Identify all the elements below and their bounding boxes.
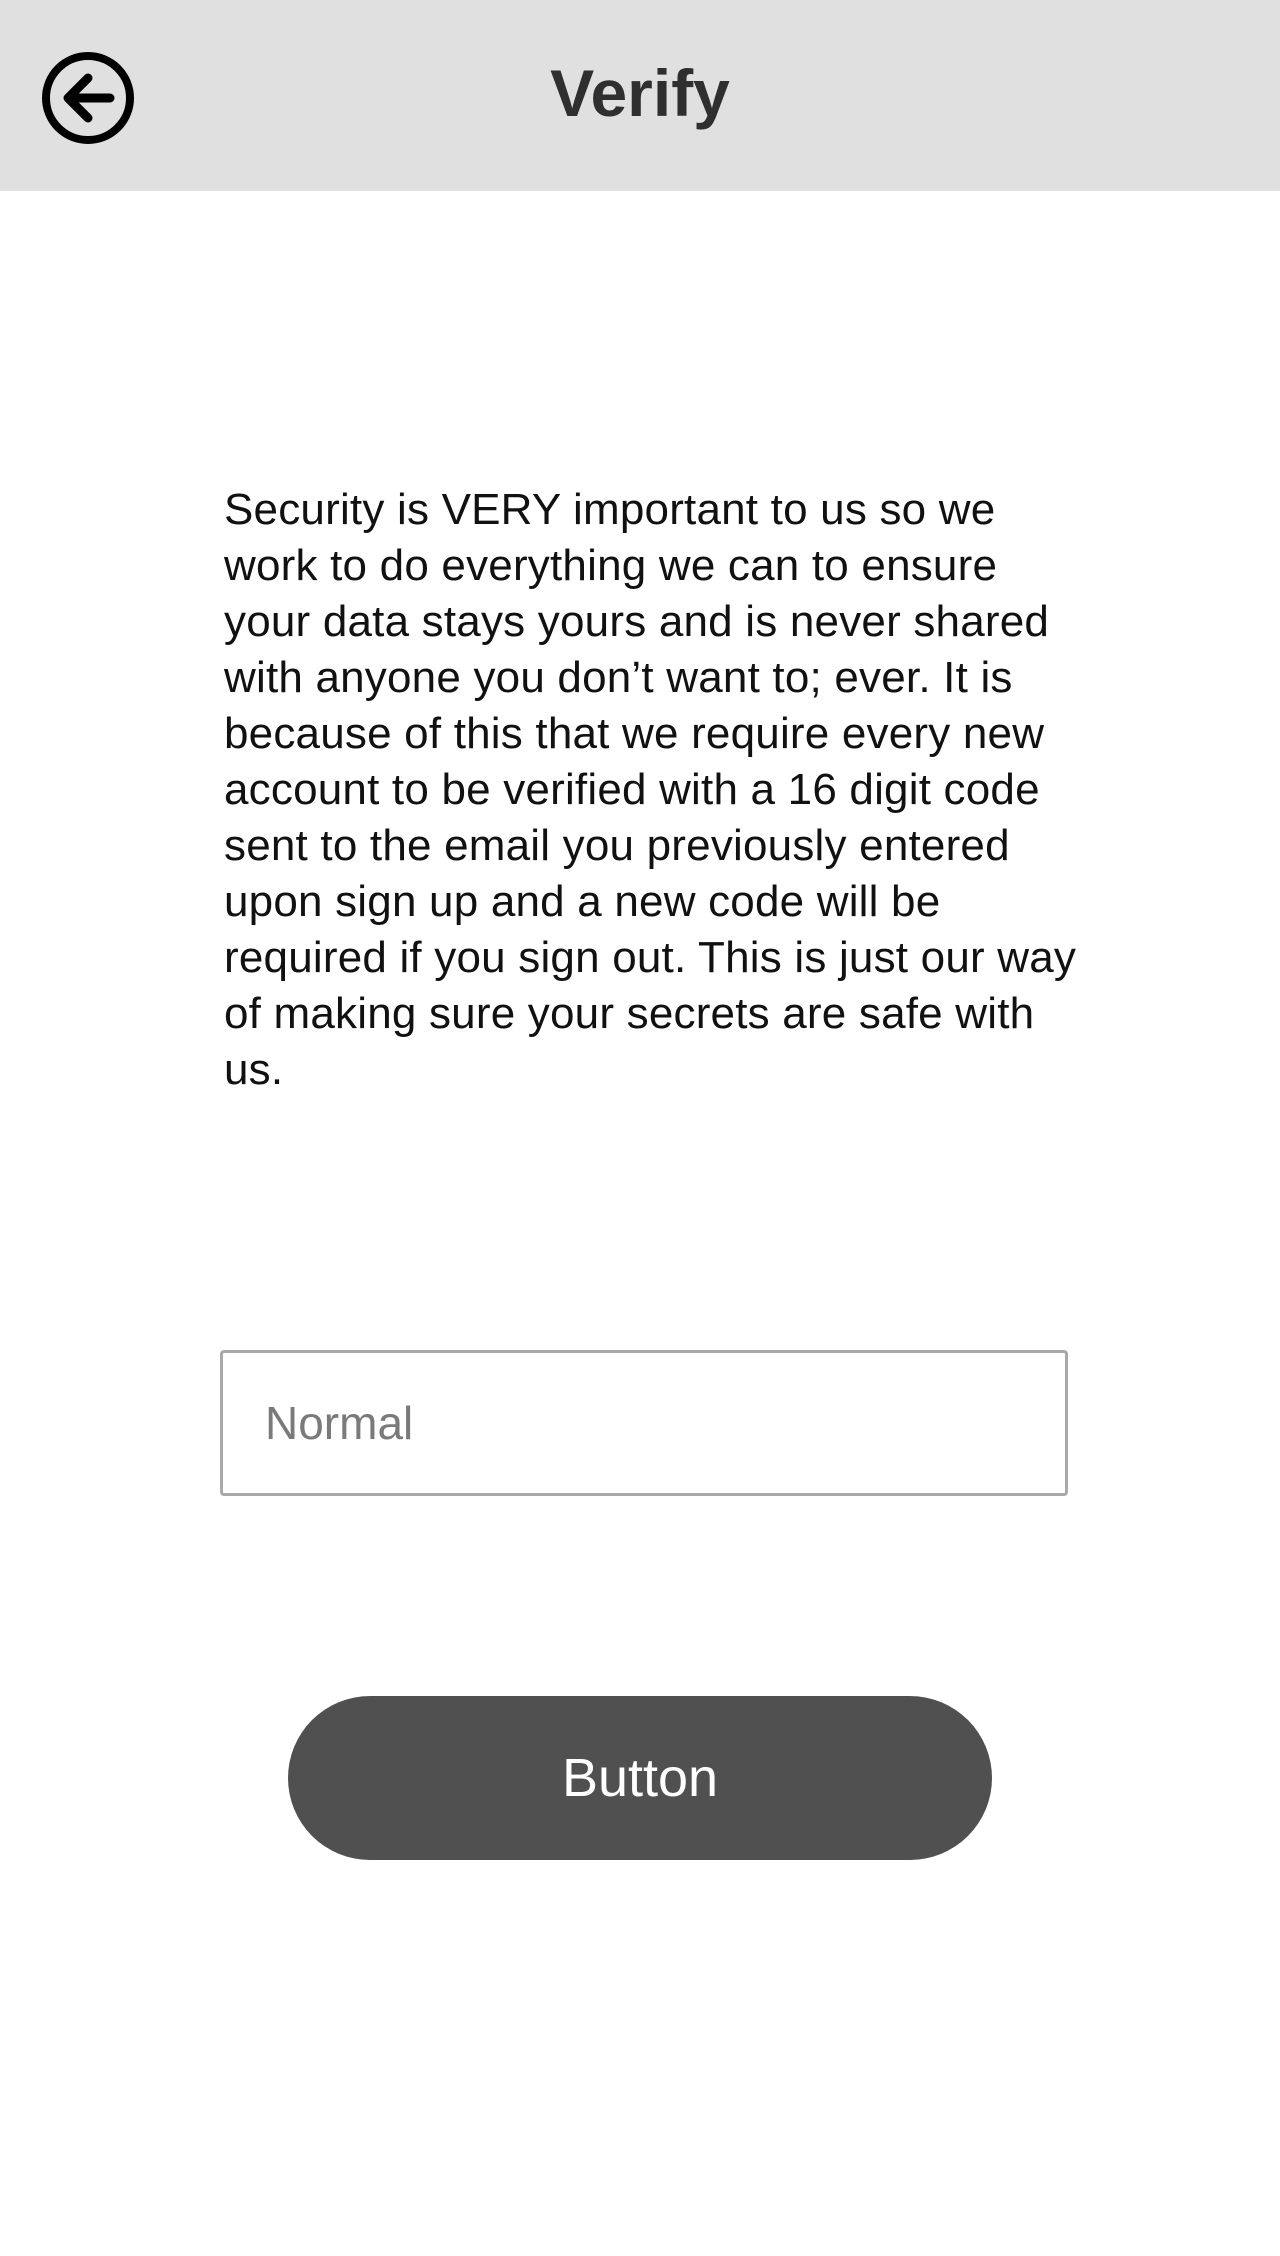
page-title: Verify — [550, 56, 730, 130]
submit-button[interactable]: Button — [288, 1696, 992, 1860]
app-header: Verify — [0, 0, 1280, 191]
security-description: Security is VERY important to us so we w… — [224, 485, 1077, 1094]
verify-screen: Verify Security is VERY important to us … — [0, 0, 1280, 2256]
verification-code-input[interactable] — [220, 1350, 1068, 1496]
